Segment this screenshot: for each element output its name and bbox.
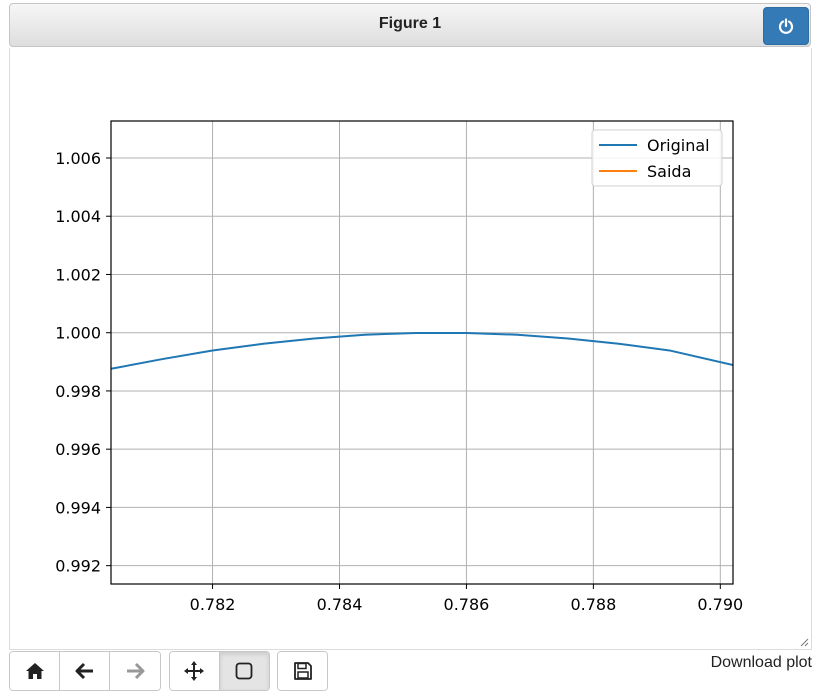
home-button[interactable] bbox=[10, 652, 60, 690]
home-icon bbox=[25, 663, 44, 679]
y-tick-label: 0.992 bbox=[55, 557, 101, 576]
y-tick-label: 1.004 bbox=[55, 207, 101, 226]
move-icon bbox=[184, 661, 205, 681]
line-chart: 0.782 0.784 0.786 0.788 0.790 0.992 0.994 0.996… bbox=[55, 120, 743, 614]
x-tick-label: 0.790 bbox=[697, 595, 743, 614]
y-tick-label: 0.998 bbox=[55, 382, 101, 401]
arrow-right-icon bbox=[127, 662, 145, 680]
save-toolbar bbox=[277, 651, 328, 691]
x-tick-label: 0.782 bbox=[190, 595, 236, 614]
y-tick-label: 1.006 bbox=[55, 149, 101, 168]
pan-zoom-toolbar bbox=[169, 651, 270, 691]
y-tick-label: 1.002 bbox=[55, 265, 101, 284]
y-tick-label: 1.000 bbox=[55, 324, 101, 343]
download-plot-link[interactable]: Download plot bbox=[711, 654, 812, 672]
navigation-toolbar bbox=[9, 651, 161, 691]
legend-label-saida: Saida bbox=[647, 162, 691, 181]
resize-grip-icon[interactable] bbox=[799, 637, 809, 647]
power-icon bbox=[778, 18, 794, 34]
figure-title: Figure 1 bbox=[378, 15, 442, 32]
zoom-rect-button[interactable] bbox=[219, 652, 269, 690]
y-tick-label: 0.996 bbox=[55, 440, 101, 459]
x-tick-label: 0.784 bbox=[317, 595, 363, 614]
close-figure-button[interactable] bbox=[763, 7, 809, 45]
series-line-original bbox=[111, 331, 733, 370]
zoom-rect-icon bbox=[235, 662, 253, 680]
forward-button[interactable] bbox=[110, 652, 160, 690]
legend-label-original: Original bbox=[647, 136, 710, 155]
x-tick-label: 0.788 bbox=[570, 595, 616, 614]
pan-button[interactable] bbox=[170, 652, 220, 690]
y-tick-label: 0.994 bbox=[55, 498, 101, 517]
x-tick-label: 0.786 bbox=[444, 595, 490, 614]
save-figure-button[interactable] bbox=[278, 652, 327, 690]
back-button[interactable] bbox=[60, 652, 110, 690]
save-icon bbox=[293, 662, 312, 680]
figure-titlebar: Figure 1 bbox=[9, 3, 811, 47]
arrow-left-icon bbox=[75, 662, 93, 680]
figure-canvas[interactable]: 0.782 0.784 0.786 0.788 0.790 0.992 0.994 0.996… bbox=[9, 48, 812, 650]
